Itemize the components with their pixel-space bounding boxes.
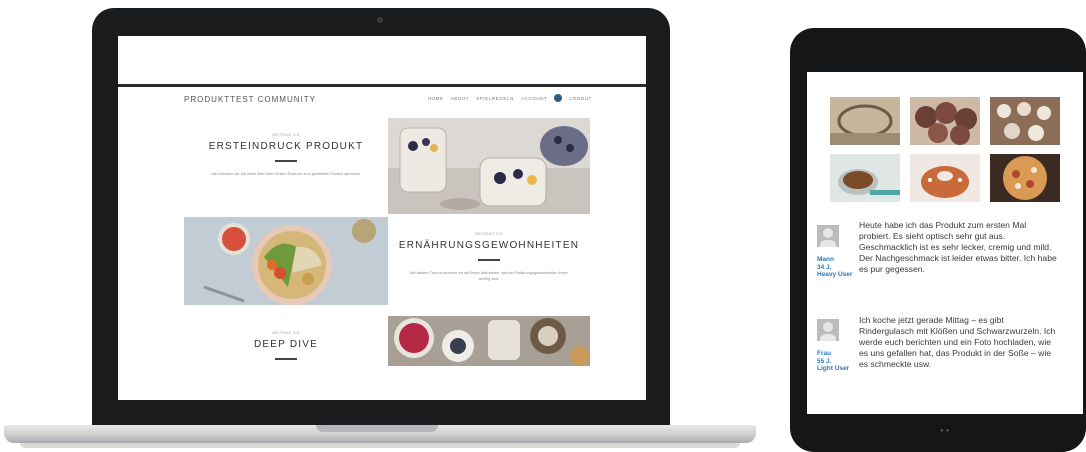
tile-description: Bei diesem Thema möchten wir mit Ihnen d… bbox=[409, 271, 568, 281]
nav-home[interactable]: HOME bbox=[428, 96, 444, 101]
tile-meta: BEITRAG 1/3 bbox=[272, 133, 300, 137]
tile-ernaehrung[interactable]: BEITRAG 2/3 ERNÄHRUNGSGEWOHNHEITEN Bei d… bbox=[388, 217, 590, 305]
tile-description: Hier möchten wir mit Ihnen über Ihren Er… bbox=[211, 172, 361, 176]
site-top-border bbox=[118, 84, 646, 87]
comment-text: Heute habe ich das Produkt zum ersten Ma… bbox=[859, 220, 1057, 274]
user-age: 55 J. bbox=[817, 357, 832, 365]
avatar-placeholder-icon bbox=[817, 319, 839, 341]
tile-heading: DEEP DIVE bbox=[254, 339, 318, 350]
user-icon[interactable] bbox=[554, 94, 563, 102]
photo-thumbnail[interactable] bbox=[910, 154, 980, 202]
photo-thumbnail[interactable] bbox=[830, 97, 900, 145]
nav-about[interactable]: ABOUT bbox=[451, 96, 470, 101]
photo-thumbnail[interactable] bbox=[910, 97, 980, 145]
tablet-home-dots: ●● bbox=[940, 428, 952, 434]
nav-spielregeln[interactable]: SPIELREGELN bbox=[476, 96, 514, 101]
tile-divider bbox=[478, 259, 500, 261]
comment-text: Ich koche jetzt gerade Mittag – es gibt … bbox=[859, 315, 1056, 369]
laptop-screen: PRODUKTTEST COMMUNITY HOME ABOUT SPIELRE… bbox=[118, 36, 646, 400]
comment-user-info[interactable]: Mann 34 J. Heavy User bbox=[817, 256, 861, 279]
comment-user-info[interactable]: Frau 55 J. Light User bbox=[817, 350, 861, 373]
user-gender: Mann bbox=[817, 256, 834, 263]
avatar-placeholder-icon bbox=[817, 225, 839, 247]
user-type: Heavy User bbox=[817, 271, 853, 278]
breakfast-table-photo[interactable] bbox=[388, 316, 590, 366]
nav-logout[interactable]: LOGOUT bbox=[569, 96, 592, 101]
nav-account[interactable]: ACCOUNT bbox=[521, 96, 547, 101]
tile-meta: BEITRAG 2/3 bbox=[475, 232, 503, 236]
laptop-shadow bbox=[20, 443, 740, 448]
laptop-camera bbox=[377, 17, 383, 23]
tile-divider bbox=[275, 160, 297, 162]
tile-ersteindruck[interactable]: BEITRAG 1/3 ERSTEINDRUCK PRODUKT Hier mö… bbox=[184, 118, 388, 214]
tablet-screen: Mann 34 J. Heavy User Heute habe ich das… bbox=[807, 72, 1083, 414]
site-header: PRODUKTTEST COMMUNITY HOME ABOUT SPIELRE… bbox=[184, 92, 592, 108]
photo-thumbnail[interactable] bbox=[830, 154, 900, 202]
photo-thumbnail[interactable] bbox=[990, 97, 1060, 145]
yogurt-jars-photo[interactable] bbox=[388, 118, 590, 214]
photo-thumbnail[interactable] bbox=[990, 154, 1060, 202]
salad-bowl-photo[interactable] bbox=[184, 217, 388, 305]
laptop-notch bbox=[316, 425, 438, 432]
user-gender: Frau bbox=[817, 350, 832, 357]
tile-heading: ERNÄHRUNGSGEWOHNHEITEN bbox=[398, 240, 580, 251]
tile-deep-dive[interactable]: BEITRAG 3/3 DEEP DIVE bbox=[184, 316, 388, 400]
tile-heading: ERSTEINDRUCK PRODUKT bbox=[208, 141, 364, 152]
site-brand[interactable]: PRODUKTTEST COMMUNITY bbox=[184, 95, 316, 104]
user-age: 34 J. bbox=[817, 263, 832, 271]
tile-meta: BEITRAG 3/3 bbox=[272, 331, 300, 335]
user-type: Light User bbox=[817, 365, 850, 372]
tile-divider bbox=[275, 358, 297, 360]
site-nav: HOME ABOUT SPIELREGELN ACCOUNT LOGOUT bbox=[428, 94, 592, 102]
